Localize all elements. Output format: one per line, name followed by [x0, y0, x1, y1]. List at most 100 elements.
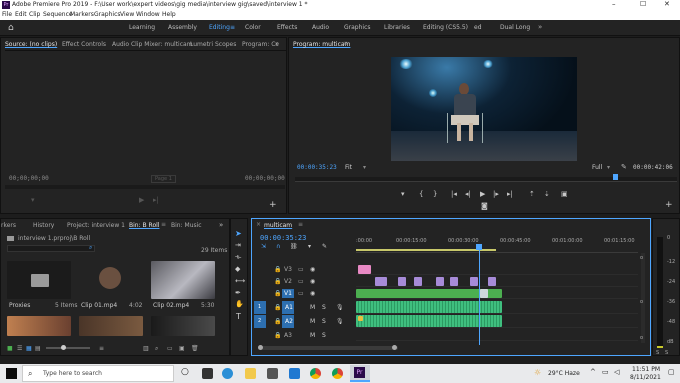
- audio-clip-a2[interactable]: [356, 315, 502, 327]
- lock-icon[interactable]: ■: [7, 345, 13, 352]
- program-quality-select[interactable]: Full: [592, 164, 602, 171]
- type-tool-icon[interactable]: T: [236, 312, 241, 321]
- workspace-editing[interactable]: Editing: [209, 24, 230, 31]
- file-explorer-icon[interactable]: [245, 368, 256, 379]
- mark-out-icon[interactable]: }: [433, 190, 437, 198]
- b-roll-clip[interactable]: [436, 277, 444, 286]
- zoom-slider-handle[interactable]: [61, 345, 66, 350]
- tab-audio-clip-mixer[interactable]: Audio Clip Mixer: multicam: [112, 41, 193, 48]
- meter-solo-button[interactable]: S: [665, 350, 668, 356]
- track-select-tool-icon[interactable]: ⇥: [235, 241, 241, 249]
- timeline-close-icon[interactable]: ×: [256, 221, 261, 228]
- mute-button[interactable]: M: [310, 318, 315, 325]
- sync-lock-icon[interactable]: ▭: [298, 290, 304, 297]
- timeline-vertical-scrollbar[interactable]: [641, 253, 645, 343]
- track-lock-icon[interactable]: 🔒: [274, 332, 281, 339]
- source-play-icon[interactable]: ▶: [139, 196, 144, 204]
- program-timecode[interactable]: 00:00:35:23: [297, 164, 337, 171]
- tab-effect-controls[interactable]: Effect Controls: [62, 41, 106, 48]
- volume-icon[interactable]: ◁: [614, 368, 619, 376]
- b-roll-clip[interactable]: [398, 277, 406, 286]
- find-icon[interactable]: ⌕: [155, 345, 158, 353]
- menu-markers[interactable]: Markers: [70, 11, 94, 18]
- track-lane-a3[interactable]: [356, 331, 638, 341]
- eye-icon[interactable]: ◉: [310, 290, 315, 297]
- solo-button[interactable]: S: [322, 304, 326, 311]
- lift-icon[interactable]: ⇡: [529, 190, 535, 198]
- program-add-button-icon[interactable]: +: [665, 200, 673, 210]
- mute-button[interactable]: M: [310, 304, 315, 311]
- track-header-a3[interactable]: 🔒 A3 M S: [274, 331, 354, 341]
- step-forward-icon[interactable]: |▸: [493, 190, 499, 198]
- tab-sequence-multicam[interactable]: multicam: [264, 222, 292, 229]
- slip-tool-icon[interactable]: ⟷: [235, 277, 245, 285]
- workspace-libraries[interactable]: Libraries: [384, 24, 410, 31]
- source-page-select[interactable]: Page 1: [151, 175, 176, 183]
- nest-icon[interactable]: ⇲: [261, 243, 266, 250]
- solo-button[interactable]: S: [322, 332, 326, 339]
- workspace-learning[interactable]: Learning: [129, 24, 155, 31]
- go-to-in-icon[interactable]: |◂: [451, 190, 457, 198]
- bin-item-clip-01[interactable]: [79, 261, 143, 299]
- source-marker-icon[interactable]: ▾: [31, 196, 35, 204]
- selection-tool-icon[interactable]: ➤: [235, 229, 242, 238]
- bin-menu-icon[interactable]: ≡: [161, 221, 166, 228]
- tab-history[interactable]: History: [33, 222, 54, 229]
- microphone-icon[interactable]: 🎙: [336, 304, 344, 311]
- scroll-handle-right[interactable]: [392, 345, 397, 350]
- workspace-audio[interactable]: Audio: [312, 24, 329, 31]
- tab-source[interactable]: Source: (no clips): [5, 41, 57, 48]
- tab-lumetri-scopes[interactable]: Lumetri Scopes: [190, 41, 236, 48]
- panel-overflow-icon[interactable]: »: [275, 40, 279, 48]
- tray-chevron-icon[interactable]: ^: [590, 368, 596, 376]
- sync-lock-icon[interactable]: ▭: [298, 278, 304, 285]
- sequence-menu-icon[interactable]: ≡: [298, 221, 303, 228]
- mail-icon[interactable]: [289, 368, 300, 379]
- widgets-icon[interactable]: [202, 368, 213, 379]
- source-scrub-bar[interactable]: [5, 185, 285, 189]
- taskbar-search-box[interactable]: ⌕ Type here to search: [22, 365, 174, 382]
- clock-time[interactable]: 11:51 PM: [632, 366, 660, 373]
- chrome-icon[interactable]: [310, 368, 321, 379]
- home-icon[interactable]: ⌂: [8, 23, 14, 33]
- audio-clip-a1[interactable]: [356, 301, 502, 313]
- bin-item-clip[interactable]: [7, 316, 71, 336]
- premiere-taskbar-button[interactable]: Pr: [350, 365, 370, 382]
- b-roll-clip[interactable]: [488, 277, 496, 286]
- track-lock-icon[interactable]: 🔒: [274, 290, 281, 297]
- menu-help[interactable]: Help: [162, 11, 176, 18]
- track-header-a1[interactable]: 1 🔒 A1 M S 🎙: [254, 301, 354, 315]
- meter-solo-button[interactable]: S: [656, 350, 659, 356]
- new-item-icon[interactable]: ▣: [179, 345, 185, 352]
- close-button[interactable]: ✕: [664, 0, 670, 8]
- bin-item-clip[interactable]: [79, 316, 143, 336]
- menu-view[interactable]: View: [120, 11, 134, 18]
- zoom-slider[interactable]: [46, 347, 90, 349]
- delete-icon[interactable]: 🗑: [191, 345, 199, 352]
- program-playhead-marker[interactable]: [613, 174, 618, 180]
- program-menu-icon[interactable]: ≡: [343, 40, 348, 47]
- edge-icon[interactable]: [222, 368, 233, 379]
- source-step-forward-icon[interactable]: ▸|: [153, 196, 159, 204]
- solo-button[interactable]: S: [322, 318, 326, 325]
- maximize-button[interactable]: ☐: [640, 0, 646, 8]
- menu-edit[interactable]: Edit: [15, 11, 27, 18]
- bin-item-proxies[interactable]: [7, 261, 71, 299]
- razor-tool-icon[interactable]: ◆: [235, 265, 240, 273]
- track-lane-v3[interactable]: [356, 265, 638, 275]
- sync-lock-icon[interactable]: ▭: [298, 266, 304, 273]
- scroll-handle-left[interactable]: [258, 345, 263, 350]
- tab-bin-music[interactable]: Bin: Music: [171, 222, 202, 229]
- go-to-out-icon[interactable]: ▸|: [507, 190, 513, 198]
- workspace-effects[interactable]: Effects: [277, 24, 297, 31]
- zoom-handle-icon[interactable]: o: [640, 335, 643, 341]
- zoom-handle-icon[interactable]: o: [640, 255, 643, 261]
- workspace-overflow-icon[interactable]: »: [538, 23, 542, 31]
- snap-icon[interactable]: ∩: [276, 243, 280, 250]
- windows-start-icon[interactable]: [6, 368, 17, 379]
- quality-chevron-down-icon[interactable]: ▾: [607, 164, 610, 171]
- workspace-color[interactable]: Color: [245, 24, 261, 31]
- minimize-button[interactable]: –: [612, 0, 616, 8]
- add-marker-timeline-icon[interactable]: ▾: [308, 243, 311, 250]
- track-header-v3[interactable]: 🔒 V3 ▭ ◉: [274, 265, 354, 275]
